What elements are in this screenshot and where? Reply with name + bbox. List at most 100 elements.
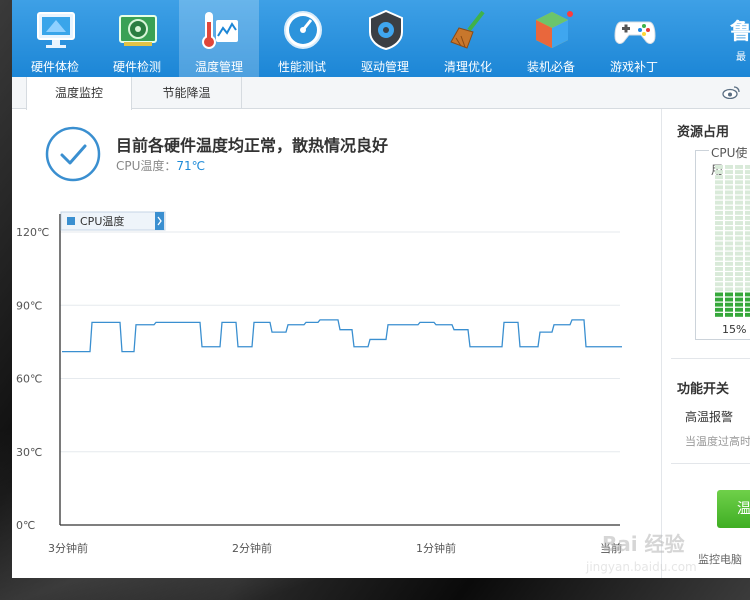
legend-swatch: [67, 217, 75, 225]
usage-meter-cell: [725, 190, 733, 195]
usage-meter-cell: [725, 312, 733, 317]
tool-label: 清理优化: [443, 60, 492, 74]
x-tick-label: 1分钟前: [416, 541, 456, 555]
usage-meter-cell: [715, 165, 723, 169]
cpu-usage-percent: 15%: [722, 323, 747, 336]
usage-meter-cell: [725, 307, 733, 312]
weibo-icon[interactable]: [722, 85, 740, 99]
usage-meter-cell: [715, 292, 723, 297]
gear-shield-icon: [369, 9, 403, 51]
tool-label: 装机必备: [526, 60, 575, 74]
usage-meter-cell: [715, 226, 723, 231]
usage-meter-cell: [745, 312, 750, 317]
legend-toggle-button: [155, 212, 164, 230]
usage-meter-cell: [715, 287, 723, 292]
tool-performance-test[interactable]: 性能测试: [262, 0, 342, 77]
usage-meter-cell: [735, 190, 743, 195]
usage-meter-cell: [715, 261, 723, 266]
usage-meter-cell: [735, 261, 743, 266]
usage-meter-cell: [725, 216, 733, 220]
tool-clean-optimize[interactable]: 清理优化: [428, 0, 508, 77]
usage-meter-cell: [725, 210, 733, 215]
usage-meter-cell: [745, 282, 750, 287]
y-tick-label: 120℃: [16, 226, 49, 239]
usage-meter-cell: [745, 231, 750, 236]
usage-meter-cell: [735, 251, 743, 256]
usage-meter-cell: [715, 231, 723, 236]
usage-meter-cell: [735, 226, 743, 231]
usage-meter-cell: [735, 302, 743, 307]
watermark-text: Bai 经验: [602, 532, 685, 556]
usage-meter-cell: [725, 256, 733, 261]
tool-hardware-detect[interactable]: 硬件检测: [97, 0, 177, 77]
usage-meter-cell: [735, 287, 743, 292]
high-temp-alarm-label[interactable]: 高温报警: [685, 408, 733, 425]
check-circle-icon: [45, 126, 101, 182]
usage-meter-cell: [745, 272, 750, 276]
usage-meter-cell: [735, 216, 743, 220]
usage-meter-cell: [735, 165, 743, 169]
graphics-card-icon: [119, 15, 157, 46]
brand-logo: 鲁: [730, 20, 750, 45]
usage-meter-cell: [725, 195, 733, 200]
usage-meter-cell: [715, 180, 723, 185]
usage-meter-cell: [745, 287, 750, 292]
usage-meter-cell: [715, 200, 723, 205]
usage-meter-cell: [745, 236, 750, 241]
usage-meter-cell: [725, 180, 733, 185]
usage-meter-cell: [715, 210, 723, 215]
usage-meter-cell: [745, 277, 750, 282]
usage-meter-cell: [715, 256, 723, 261]
tool-driver-manage[interactable]: 驱动管理: [345, 0, 425, 77]
usage-meter-cell: [745, 195, 750, 200]
side-separator: [671, 463, 750, 464]
usage-meter-cell: [735, 185, 743, 190]
cpu-temp-summary: CPU温度：71℃: [116, 157, 205, 174]
usage-meter-cell: [725, 241, 733, 246]
usage-meter-cell: [745, 185, 750, 190]
usage-meter-cell: [745, 216, 750, 220]
side-separator: [671, 358, 750, 359]
usage-meter-cell: [725, 236, 733, 241]
usage-meter-cell: [735, 241, 743, 246]
usage-meter-cell: [725, 292, 733, 297]
app-window: 硬件体检 硬件检测 温度管理 性能测试 驱动管理 清理优化 装机必备 游戏补丁 …: [12, 0, 750, 578]
side-panel-divider: [661, 109, 662, 578]
usage-meter-cell: [725, 170, 733, 174]
usage-meter-cell: [725, 251, 733, 256]
tab-temperature-monitor[interactable]: 温度监控: [26, 77, 132, 110]
status-headline: 目前各硬件温度均正常，散热情况良好: [116, 136, 389, 155]
usage-meter-cell: [745, 251, 750, 256]
tool-essential-software[interactable]: 装机必备: [511, 0, 591, 77]
sub-tab-bar: 温度监控 节能降温: [12, 77, 750, 110]
usage-meter-cell: [715, 312, 723, 317]
usage-meter-cell: [735, 180, 743, 185]
cpu-usage-meter: [715, 165, 750, 317]
usage-meter-cell: [745, 256, 750, 261]
usage-meter-cell: [735, 256, 743, 261]
tool-hardware-checkup[interactable]: 硬件体检: [15, 0, 95, 77]
usage-meter-cell: [745, 170, 750, 174]
usage-meter-cell: [715, 282, 723, 287]
usage-meter-cell: [735, 282, 743, 287]
tool-game-patch[interactable]: 游戏补丁: [594, 0, 674, 77]
usage-meter-cell: [735, 267, 743, 271]
main-toolbar: 硬件体检 硬件检测 温度管理 性能测试 驱动管理 清理优化 装机必备 游戏补丁 …: [12, 0, 750, 77]
tab-energy-cooling[interactable]: 节能降温: [132, 77, 242, 109]
tool-temperature-manage[interactable]: 温度管理: [179, 0, 259, 77]
cpu-temp-value: 71℃: [176, 159, 206, 173]
usage-meter-cell: [745, 292, 750, 297]
usage-meter-cell: [715, 190, 723, 195]
package-cube-icon: [536, 11, 573, 48]
usage-meter-cell: [735, 195, 743, 200]
usage-meter-cell: [745, 175, 750, 180]
usage-meter-cell: [745, 190, 750, 195]
usage-meter-cell: [745, 165, 750, 169]
usage-meter-cell: [725, 267, 733, 271]
tool-label: 驱动管理: [360, 60, 409, 74]
action-button[interactable]: 温: [717, 490, 750, 528]
usage-meter-cell: [745, 302, 750, 307]
usage-meter-cell: [745, 241, 750, 246]
usage-meter-cell: [725, 277, 733, 282]
monitor-icon: [37, 12, 75, 48]
